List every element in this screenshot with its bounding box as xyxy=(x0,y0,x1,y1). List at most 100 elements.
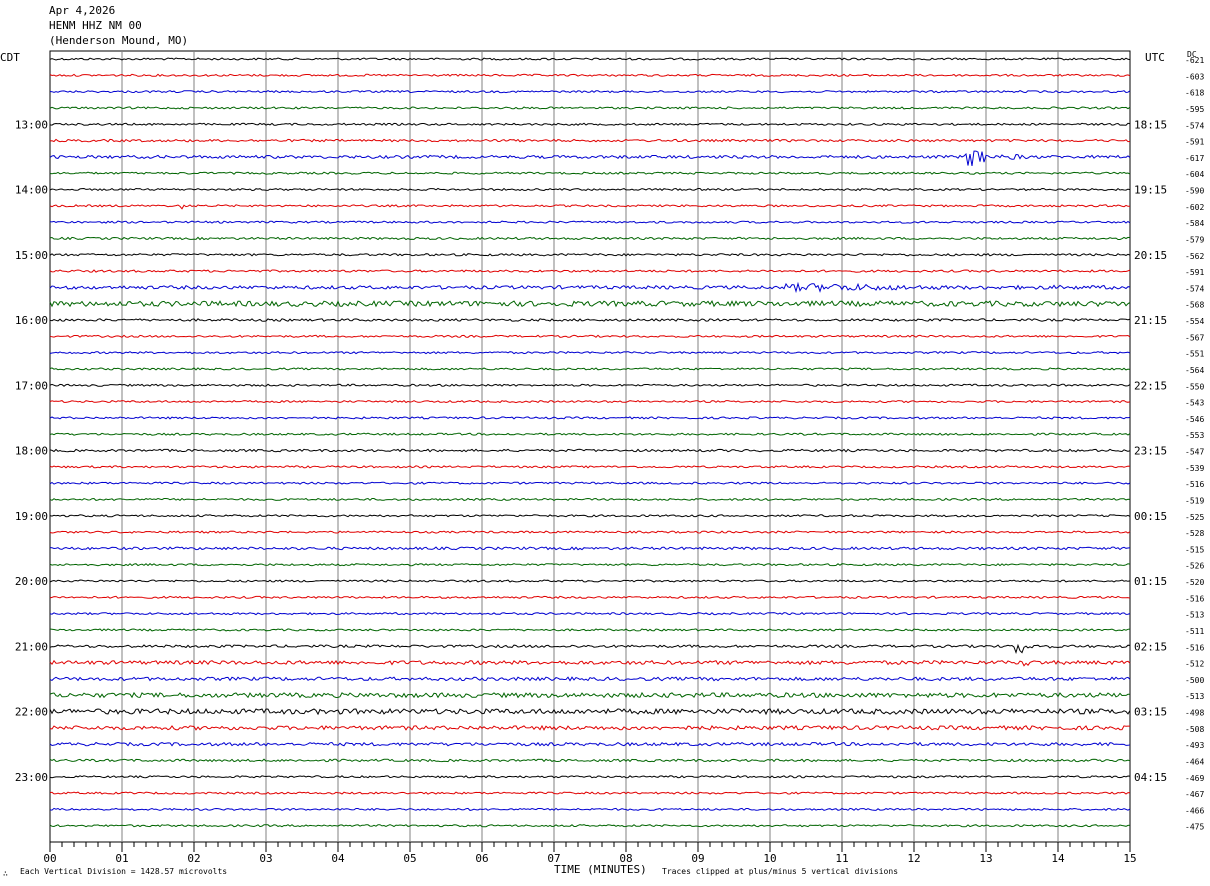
trace-row xyxy=(49,383,1131,387)
trace-row xyxy=(49,707,1131,716)
dc-offset-label: -516 xyxy=(1185,480,1204,489)
x-tick-label: 06 xyxy=(475,852,488,865)
trace-row xyxy=(49,122,1131,126)
left-hour-label: 17:00 xyxy=(15,379,48,392)
trace-row xyxy=(49,432,1131,436)
trace-row xyxy=(49,150,1131,166)
dc-offset-label: -511 xyxy=(1185,627,1204,636)
dc-offset-label: -528 xyxy=(1185,529,1204,538)
trace-row xyxy=(49,138,1131,143)
right-hour-label: 18:15 xyxy=(1134,118,1167,131)
trace-row xyxy=(49,514,1131,518)
right-hour-label: 03:15 xyxy=(1134,706,1167,719)
trace-row xyxy=(49,89,1131,94)
dc-offset-label: -603 xyxy=(1185,72,1204,81)
dc-offset-label: -543 xyxy=(1185,399,1204,408)
x-tick-label: 09 xyxy=(691,852,704,865)
trace-row xyxy=(49,187,1131,192)
dc-offset-label: -568 xyxy=(1185,301,1204,310)
dc-offset-label: -512 xyxy=(1185,660,1204,669)
trace-row xyxy=(49,106,1131,110)
dc-offset-label: -475 xyxy=(1185,823,1204,832)
trace-row xyxy=(49,546,1131,551)
x-tick-label: 00 xyxy=(43,852,56,865)
trace-row xyxy=(49,497,1131,502)
trace-row xyxy=(49,724,1130,731)
trace-row xyxy=(49,659,1131,667)
dc-offset-label: -595 xyxy=(1185,105,1204,114)
x-tick-label: 01 xyxy=(115,852,128,865)
dc-offset-label: -547 xyxy=(1185,448,1204,457)
x-tick-label: 14 xyxy=(1051,852,1065,865)
x-tick-label: 15 xyxy=(1123,852,1136,865)
trace-row xyxy=(49,628,1131,632)
right-hour-label: 22:15 xyxy=(1134,379,1167,392)
x-tick-label: 12 xyxy=(907,852,920,865)
left-hour-label: 22:00 xyxy=(15,706,48,719)
right-hour-label: 04:15 xyxy=(1134,771,1167,784)
dc-offset-label: -464 xyxy=(1185,757,1204,766)
trace-row xyxy=(49,73,1131,77)
right-hour-label: 02:15 xyxy=(1134,640,1167,653)
x-tick-label: 02 xyxy=(187,852,200,865)
trace-row xyxy=(49,676,1131,682)
left-hour-label: 13:00 xyxy=(15,118,48,131)
x-tick-label: 04 xyxy=(331,852,345,865)
right-hour-label: 23:15 xyxy=(1134,445,1167,458)
dc-offset-label: -467 xyxy=(1185,790,1204,799)
dc-offset-label: -519 xyxy=(1185,496,1204,505)
dc-offset-label: -562 xyxy=(1185,252,1204,261)
dc-offset-label: -621 xyxy=(1185,56,1204,65)
plot-frame xyxy=(49,50,1131,843)
trace-row xyxy=(49,579,1131,583)
dc-offset-label: -618 xyxy=(1185,89,1204,98)
dc-offset-label: -516 xyxy=(1185,594,1204,603)
trace-row xyxy=(49,300,1131,308)
dc-offset-label: -567 xyxy=(1185,333,1204,342)
trace-row xyxy=(49,448,1131,453)
trace-row xyxy=(49,57,1131,61)
dc-offset-label: -564 xyxy=(1185,366,1204,375)
x-tick-label: 03 xyxy=(259,852,272,865)
dc-offset-label: -469 xyxy=(1185,774,1204,783)
left-hour-label: 15:00 xyxy=(15,249,48,262)
dc-offset-label: -498 xyxy=(1185,709,1204,718)
scale-note: Each Vertical Division = 1428.57 microvo… xyxy=(20,867,228,876)
trace-row xyxy=(49,530,1131,534)
left-hour-label: 18:00 xyxy=(15,445,48,458)
dc-offset-label: -520 xyxy=(1185,578,1204,587)
trace-row xyxy=(49,758,1131,763)
left-hour-label: 20:00 xyxy=(15,575,48,588)
dc-offset-label: -554 xyxy=(1185,317,1204,326)
dc-offset-label: -584 xyxy=(1185,219,1204,228)
dc-offset-label: -590 xyxy=(1185,187,1204,196)
dc-offset-label: -602 xyxy=(1185,203,1204,212)
corner-mark: ∴ xyxy=(3,869,8,878)
trace-row xyxy=(49,281,1131,294)
left-hour-label: 21:00 xyxy=(15,640,48,653)
right-hour-label: 21:15 xyxy=(1134,314,1167,327)
dc-offset-label: -516 xyxy=(1185,643,1204,652)
trace-row xyxy=(49,791,1131,795)
trace-row xyxy=(49,269,1131,273)
trace-row xyxy=(49,824,1131,828)
helicorder-chart: 00 01 02 03 04 05 06 07 08 09 10 11 12 13 14 15-621-603… xyxy=(15,50,1204,865)
left-hour-label: 23:00 xyxy=(15,771,48,784)
trace-row xyxy=(49,465,1131,469)
left-hour-label: 16:00 xyxy=(15,314,48,327)
dc-offset-label: -617 xyxy=(1185,154,1204,163)
dc-offset-label: -604 xyxy=(1185,170,1204,179)
trace-row xyxy=(49,334,1131,338)
dc-offset-label: -525 xyxy=(1185,513,1204,522)
trace-row xyxy=(49,807,1131,811)
trace-row xyxy=(49,399,1131,404)
trace-row xyxy=(49,691,1131,699)
dc-offset-label: -551 xyxy=(1185,350,1204,359)
left-hour-label: 19:00 xyxy=(15,510,48,523)
x-tick-label: 05 xyxy=(403,852,416,865)
right-hour-label: 20:15 xyxy=(1134,249,1167,262)
dc-offset-label: -513 xyxy=(1185,692,1204,701)
dc-offset-label: -493 xyxy=(1185,741,1204,750)
trace-row xyxy=(49,611,1131,616)
right-hour-label: 19:15 xyxy=(1134,184,1167,197)
